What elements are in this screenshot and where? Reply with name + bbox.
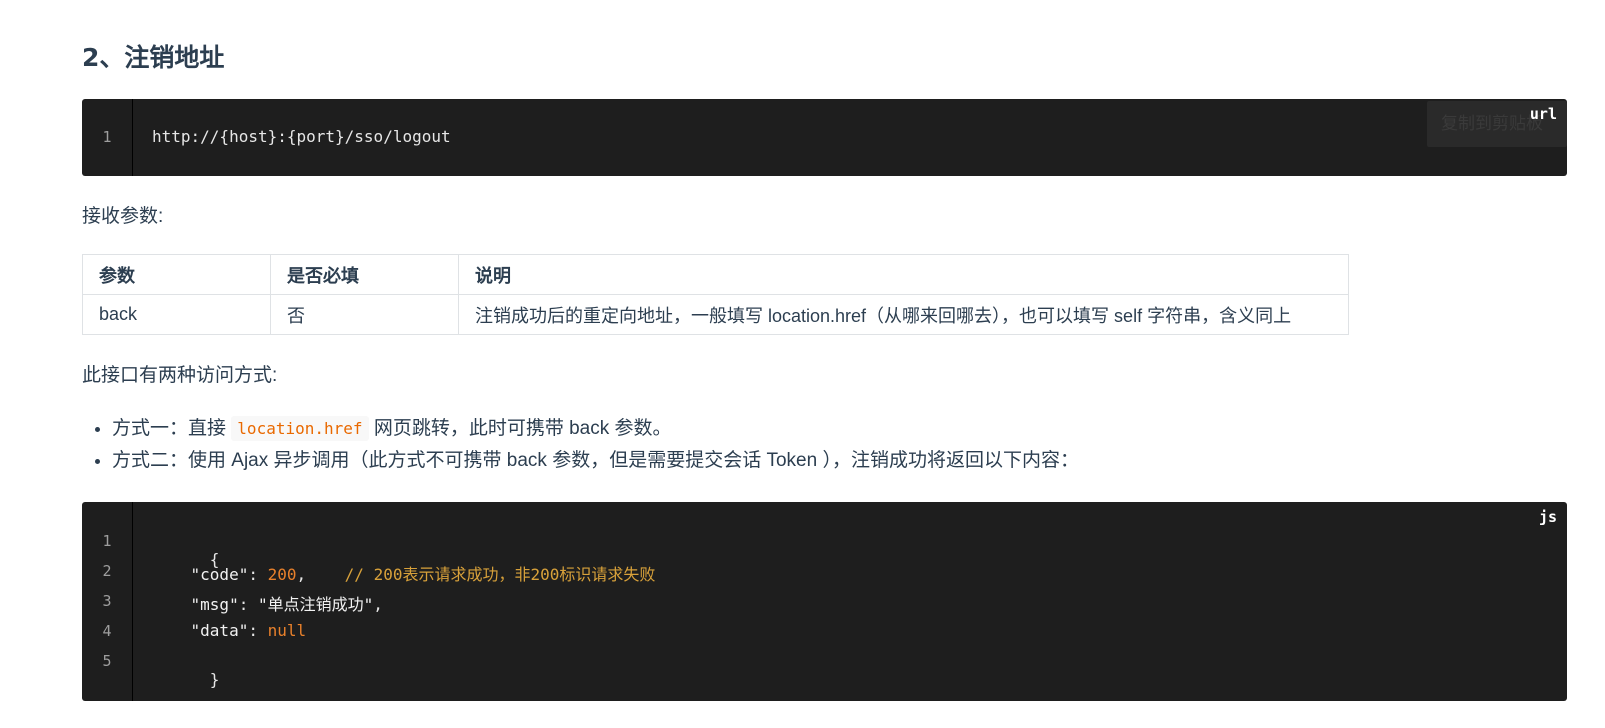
code-language-label: js (1538, 508, 1557, 526)
line-number: 5 (102, 652, 112, 670)
code-line-5: } (152, 651, 220, 708)
logout-url: http://{host}:{port}/sso/logout (152, 127, 451, 146)
close-brace: } (209, 670, 220, 689)
table-header-cell: 是否必填 (270, 254, 459, 295)
list-item: 方式一：直接 location.href 网页跳转，此时可携带 back 参数。 (112, 413, 1079, 445)
table-header-row: 参数 是否必填 说明 (82, 254, 1349, 295)
way1-suffix: 网页跳转，此时可携带 back 参数。 (373, 418, 672, 439)
way1-prefix: 方式一：直接 (112, 418, 227, 439)
code-comment: // 200表示请求成功，非200标识请求失败 (344, 565, 656, 584)
msg-value: "单点注销成功" (257, 595, 374, 614)
code-key: "code" (190, 565, 249, 584)
code-value: 200 (267, 565, 297, 584)
inline-code: location.href (231, 416, 369, 441)
data-value: null (267, 621, 307, 640)
js-code-block: 1 2 3 4 5 { "code": 200, // 200表示请求成功，非2… (82, 502, 1567, 701)
code-line-2: "code": 200, // 200表示请求成功，非200标识请求失败 (190, 565, 656, 584)
url-code-block: 1 http://{host}:{port}/sso/logout 复制到剪贴板… (82, 99, 1567, 176)
table-cell: 否 (270, 294, 459, 335)
table-cell: 注销成功后的重定向地址，一般填写 location.href（从哪来回哪去），也… (458, 294, 1349, 335)
line-number: 3 (102, 592, 112, 610)
table-header-cell: 参数 (82, 254, 271, 295)
table-cell: back (82, 294, 271, 335)
access-ways-list: 方式一：直接 location.href 网页跳转，此时可携带 back 参数。… (82, 413, 1079, 477)
section-heading: 2、注销地址 (82, 43, 225, 72)
data-key: "data" (190, 621, 249, 640)
code-line-4: "data": null (190, 621, 307, 640)
doc-content: 2、注销地址 1 http://{host}:{port}/sso/logout… (0, 0, 1605, 728)
list-item: 方式二：使用 Ajax 异步调用（此方式不可携带 back 参数，但是需要提交会… (112, 445, 1079, 477)
line-number: 4 (102, 622, 112, 640)
msg-key: "msg" (190, 595, 239, 614)
access-intro: 此接口有两种访问方式: (82, 365, 278, 386)
params-intro: 接收参数: (82, 206, 164, 227)
params-table: 参数 是否必填 说明 back 否 注销成功后的重定向地址，一般填写 locat… (82, 254, 1349, 335)
code-language-label: url (1529, 105, 1557, 123)
line-number: 1 (102, 128, 112, 146)
line-number: 2 (102, 562, 112, 580)
table-header-cell: 说明 (458, 254, 1349, 295)
line-number: 1 (102, 532, 112, 550)
way2-text: 方式二：使用 Ajax 异步调用（此方式不可携带 back 参数，但是需要提交会… (112, 450, 1079, 471)
table-row: back 否 注销成功后的重定向地址，一般填写 location.href（从哪… (82, 294, 1349, 335)
code-line-3: "msg": "单点注销成功", (190, 595, 383, 614)
